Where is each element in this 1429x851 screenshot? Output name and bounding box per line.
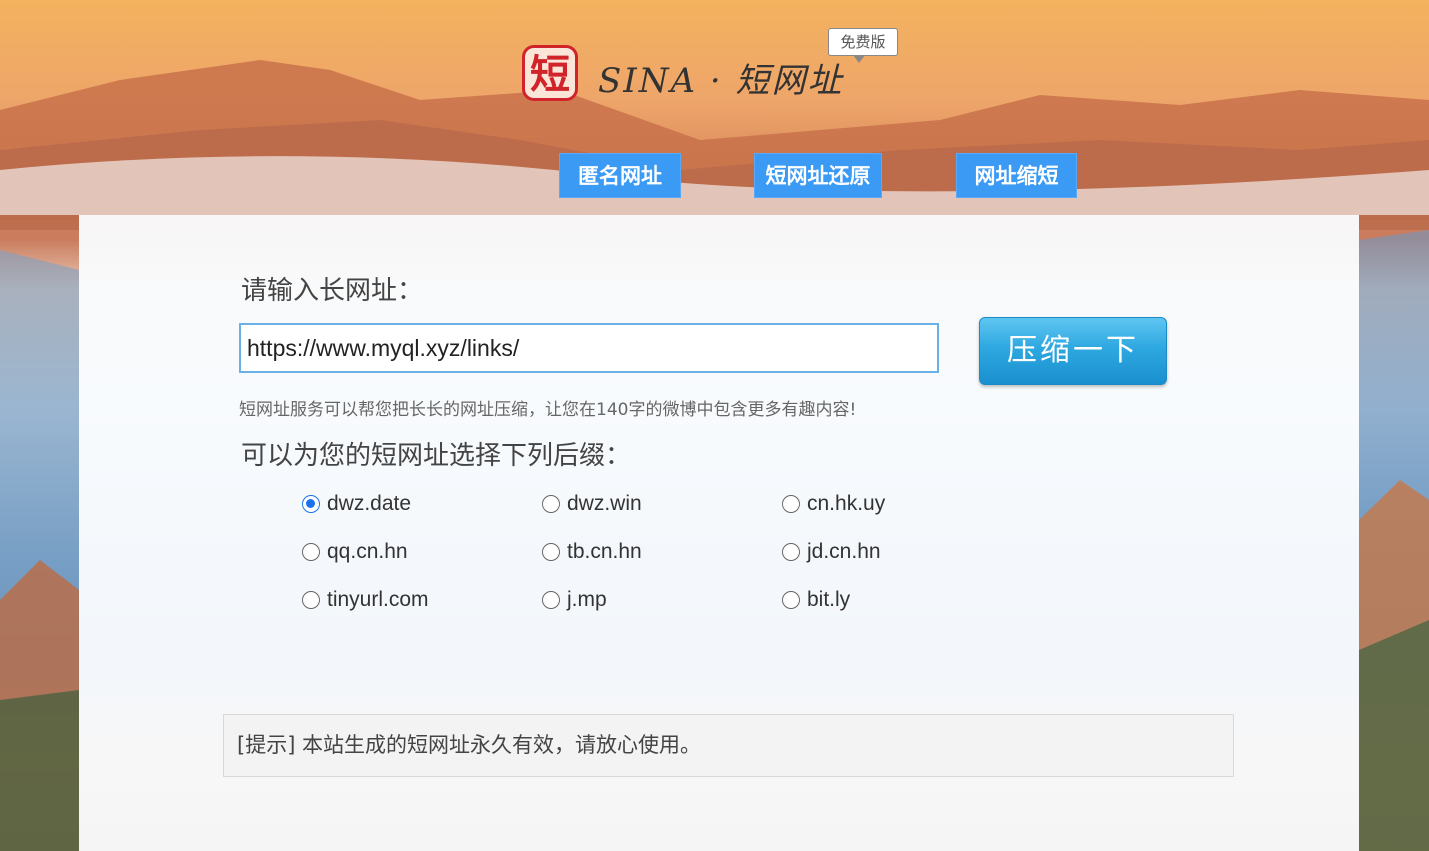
suffix-label: tb.cn.hn <box>567 540 642 563</box>
notice-box: [提示] 本站生成的短网址永久有效，请放心使用。 <box>223 714 1234 777</box>
suffix-select-label: 可以为您的短网址选择下列后缀： <box>241 441 632 471</box>
suffix-label: dwz.date <box>327 492 412 515</box>
suffix-radio[interactable] <box>302 543 320 561</box>
service-help-text: 短网址服务可以帮您把长长的网址压缩，让您在140字的微博中包含更多有趣内容! <box>239 400 857 420</box>
suffix-radio[interactable] <box>302 591 320 609</box>
suffix-option[interactable]: j.mp <box>542 585 607 615</box>
suffix-label: dwz.win <box>567 492 642 515</box>
suffix-radio[interactable] <box>542 591 560 609</box>
suffix-option[interactable]: dwz.win <box>542 489 642 519</box>
suffix-radio[interactable] <box>302 495 320 513</box>
site-logo[interactable]: 短 SINA · 短网址 免费版 <box>522 28 912 105</box>
suffix-label: qq.cn.hn <box>327 540 408 563</box>
suffix-option[interactable]: tinyurl.com <box>302 585 429 615</box>
suffix-option[interactable]: bit.ly <box>782 585 850 615</box>
nav-restore-short-url-button[interactable]: 短网址还原 <box>754 153 882 198</box>
suffix-option[interactable]: jd.cn.hn <box>782 537 881 567</box>
suffix-label: jd.cn.hn <box>807 540 881 563</box>
suffix-label: cn.hk.uy <box>807 492 886 515</box>
suffix-option[interactable]: tb.cn.hn <box>542 537 642 567</box>
logo-seal-icon: 短 <box>522 45 578 101</box>
suffix-option[interactable]: cn.hk.uy <box>782 489 885 519</box>
suffix-label: tinyurl.com <box>327 588 429 611</box>
suffix-radio[interactable] <box>782 591 800 609</box>
nav-anonymous-url-button[interactable]: 匿名网址 <box>559 153 681 198</box>
suffix-radio[interactable] <box>782 543 800 561</box>
suffix-radio[interactable] <box>782 495 800 513</box>
long-url-input[interactable] <box>239 323 939 373</box>
url-input-label: 请输入长网址： <box>241 276 424 306</box>
nav-shorten-url-button[interactable]: 网址缩短 <box>956 153 1077 198</box>
suffix-label: bit.ly <box>807 588 851 611</box>
suffix-label: j.mp <box>567 588 607 611</box>
compress-button[interactable]: 压缩一下 <box>979 317 1167 385</box>
free-version-badge: 免费版 <box>828 28 898 63</box>
logo-title: SINA · 短网址 <box>598 61 844 101</box>
suffix-radio[interactable] <box>542 495 560 513</box>
suffix-option[interactable]: qq.cn.hn <box>302 537 408 567</box>
suffix-radio[interactable] <box>542 543 560 561</box>
suffix-option[interactable]: dwz.date <box>302 489 411 519</box>
